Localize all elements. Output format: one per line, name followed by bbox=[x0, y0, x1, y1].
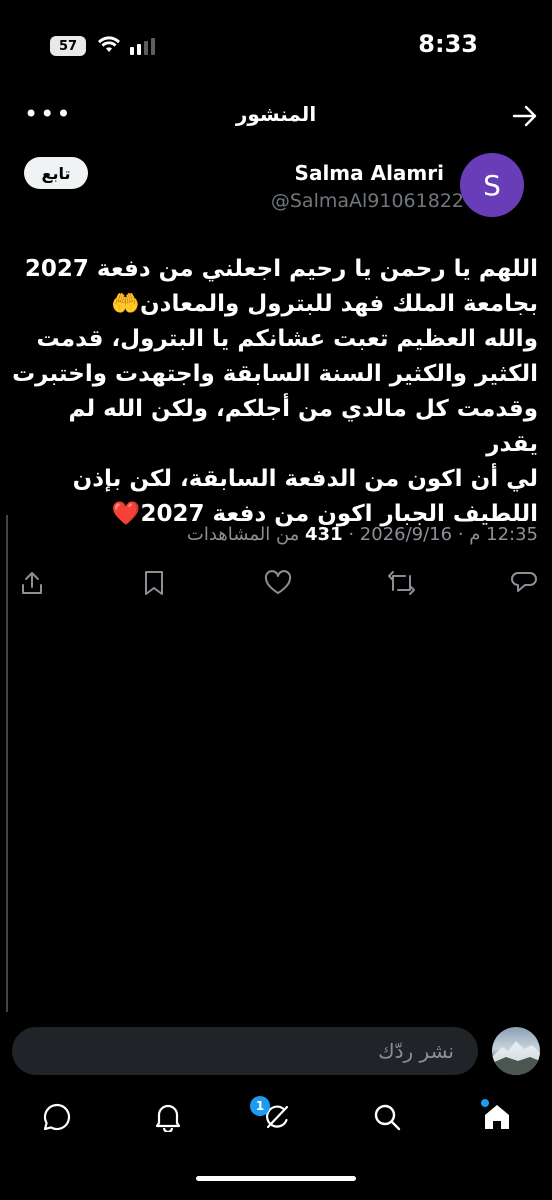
battery-icon: 57 bbox=[50, 36, 86, 56]
post-timestamp: 12:35 م · 2026/9/16 · bbox=[348, 524, 538, 545]
status-time: 8:33 bbox=[418, 30, 478, 58]
post-line: اللهم يا رحمن يا رحيم اجعلني من دفعة 202… bbox=[24, 256, 538, 282]
wifi-icon bbox=[97, 34, 121, 58]
post-line: والله العظيم تعبت عشانكم يا البترول، قدم… bbox=[36, 326, 539, 352]
messages-tab-icon[interactable] bbox=[42, 1102, 72, 1136]
views-label: من المشاهدات bbox=[186, 524, 300, 545]
avatar-letter: S bbox=[483, 168, 501, 202]
post-line: لي أن اكون من الدفعة السابقة، لكن بإذن bbox=[72, 466, 538, 492]
battery-level: 57 bbox=[58, 38, 78, 54]
back-arrow-icon[interactable] bbox=[512, 104, 538, 132]
home-unread-dot bbox=[481, 1099, 489, 1107]
post-line: الكثير والكثير السنة السابقة واجتهدت واخ… bbox=[12, 361, 538, 387]
follow-button[interactable]: تابع bbox=[24, 157, 88, 189]
like-icon[interactable] bbox=[264, 570, 292, 600]
scrollbar[interactable] bbox=[6, 515, 8, 1012]
page-title: المنشور bbox=[235, 102, 317, 126]
reply-input[interactable]: نشر ردّك bbox=[12, 1027, 478, 1075]
notifications-tab-icon[interactable] bbox=[154, 1102, 182, 1136]
heart-emoji: ❤️ bbox=[111, 501, 141, 527]
repost-icon[interactable] bbox=[386, 570, 416, 600]
share-icon[interactable] bbox=[20, 570, 44, 600]
post-text: اللهم يا رحمن يا رحيم اجعلني من دفعة 202… bbox=[10, 252, 538, 532]
home-indicator[interactable] bbox=[196, 1176, 356, 1181]
author-handle[interactable]: @SalmaAl91061822 bbox=[271, 190, 464, 212]
post-line: وقدمت كل مالدي من أجلكم، ولكن الله لم يق… bbox=[68, 396, 538, 457]
author-name[interactable]: Salma Alamri bbox=[295, 161, 444, 185]
reply-placeholder: نشر ردّك bbox=[378, 1039, 454, 1063]
bookmark-icon[interactable] bbox=[143, 570, 165, 600]
search-tab-icon[interactable] bbox=[372, 1102, 402, 1136]
reply-icon[interactable] bbox=[510, 570, 538, 600]
home-tab-icon[interactable] bbox=[482, 1102, 512, 1136]
user-avatar[interactable] bbox=[492, 1027, 540, 1075]
post-line: بجامعة الملك فهد للبترول والمعادن🤲 bbox=[111, 291, 538, 317]
post-meta: 12:35 م · 2026/9/16 · 431 من المشاهدات bbox=[187, 524, 538, 545]
notification-badge: 1 bbox=[250, 1096, 270, 1116]
views-count[interactable]: 431 bbox=[305, 524, 343, 545]
cellular-signal-icon bbox=[130, 38, 155, 55]
author-avatar[interactable]: S bbox=[460, 153, 524, 217]
